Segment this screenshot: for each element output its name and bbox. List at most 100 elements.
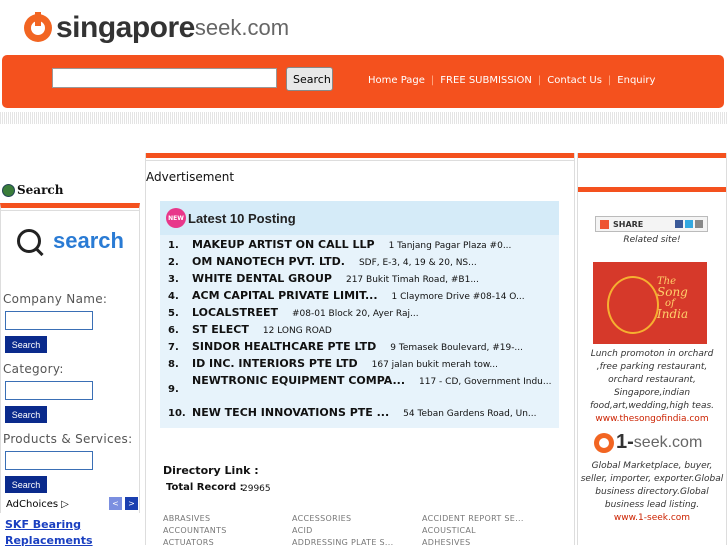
category-link[interactable]: ACCIDENT REPORT SE... [422,514,524,523]
posting-address: 117 - CD, Government Indu... [419,377,552,387]
posting-row[interactable]: 2. OM NANOTECH PVT. LTD. SDF, E-3, 4, 19… [168,255,477,268]
posting-row[interactable]: 7. SINDOR HEALTHCARE PTE LTD 9 Temasek B… [168,340,523,353]
song-logo-circle [607,276,659,334]
adchoices-label: AdChoices [6,499,59,510]
panel-top-line [1,208,139,211]
song-img-line: India [657,307,689,321]
category-search-button[interactable]: Search [5,406,47,423]
adchoices-icon: ▷ [61,499,69,510]
ad-arrows: < > [109,497,138,510]
social-icons [675,220,703,228]
company-search-button[interactable]: Search [5,336,47,353]
left-sidebar: Search search Company Name: Search Categ… [0,183,142,513]
nav-enquiry[interactable]: Enquiry [611,75,661,86]
oneseek-desc-text: Global Marketplace, buyer, seller, impor… [580,461,724,510]
oneseek-logo-a: 1- [616,431,634,453]
sidebar-title: Search [2,183,142,197]
song-img-line: Song [657,285,688,299]
category-link[interactable]: ACCESSORIES [292,514,351,523]
ad-next-icon[interactable]: > [125,497,138,510]
song-of-india-image[interactable]: The Song of India [593,262,707,344]
posting-address: SDF, E-3, 4, 19 & 20, NS... [358,258,477,268]
posting-number: 8. [168,359,179,370]
twitter-icon [685,220,693,228]
posting-number: 5. [168,308,179,319]
main-content: Advertisement NEW Latest 10 Posting 1. M… [145,153,575,547]
share-label: SHARE [613,219,644,229]
posting-row[interactable]: 1. MAKEUP ARTIST ON CALL LLP 1 Tanjang P… [168,238,511,251]
products-search-button[interactable]: Search [5,476,47,493]
posting-name[interactable]: ID INC. INTERIORS PTE LTD [192,357,358,370]
site-logo[interactable]: singapore seek.com [24,8,289,48]
top-nav: Home Page | FREE SUBMISSION | Contact Us | … [362,75,661,86]
category-link[interactable]: ADDRESSING PLATE S... [292,538,393,547]
advertisement-label: Advertisement [146,170,235,184]
posting-name[interactable]: NEW TECH INNOVATIONS PTE ... [192,406,389,419]
posting-row[interactable]: 9. NEWTRONIC EQUIPMENT COMPA... 117 - CD… [168,374,552,395]
nav-free-submission[interactable]: FREE SUBMISSION [434,75,538,86]
posting-row[interactable]: 3. WHITE DENTAL GROUP 217 Bukit Timah Ro… [168,272,479,285]
posting-name[interactable]: LOCALSTREET [192,306,278,319]
ad-prev-icon[interactable]: < [109,497,122,510]
category-link[interactable]: ACID [292,526,313,535]
posting-address: 54 Teban Gardens Road, Un... [403,409,537,419]
posting-address: 12 LONG ROAD [262,326,332,336]
posting-address: 1 Tanjang Pagar Plaza #0... [388,241,512,251]
category-link[interactable]: ABRASIVES [163,514,210,523]
facebook-icon [675,220,683,228]
right-sidebar: SHARE Related site! The Song of India Lu… [577,153,727,545]
products-services-input[interactable] [5,451,93,470]
posting-address: #08-01 Block 20, Ayer Raj... [292,309,419,319]
right-second-border [578,187,726,192]
category-link[interactable]: ACCOUNTANTS [163,526,227,535]
share-button[interactable]: SHARE [595,216,708,232]
oneseek-logo[interactable]: 1- seek.com [594,431,702,454]
company-name-input[interactable] [5,311,93,330]
dotted-divider [0,112,727,124]
search-logo-text: search [53,228,124,253]
posting-address: 1 Claymore Drive #08-14 O... [391,292,525,302]
posting-row[interactable]: 10. NEW TECH INNOVATIONS PTE ... 54 Teba… [168,406,536,419]
oneseek-logo-b: seek.com [633,433,703,451]
song-image-text: The Song of India [657,276,688,320]
category-link[interactable]: ADHESIVES [422,538,470,547]
header-bar: Search Home Page | FREE SUBMISSION | Conta… [2,55,724,108]
total-record-value: 29965 [242,484,271,494]
ad-link[interactable]: SKF Bearing [5,518,81,531]
posting-name[interactable]: MAKEUP ARTIST ON CALL LLP [192,238,375,251]
posting-number: 10. [168,408,186,419]
posting-row[interactable]: 4. ACM CAPITAL PRIVATE LIMIT... 1 Claymo… [168,289,525,302]
logo-swirl-icon [24,12,52,42]
directory-link-label: Directory Link : [163,464,259,477]
category-link[interactable]: ACOUSTICAL [422,526,476,535]
nav-home[interactable]: Home Page [362,75,431,86]
category-link[interactable]: ACTUATORS [163,538,214,547]
posting-number: 2. [168,257,179,268]
right-top-border [578,153,726,158]
products-services-label: Products & Services: [3,432,133,446]
total-record-label: Total Record : [166,482,244,493]
ad-link[interactable]: Replacements [5,534,93,547]
oneseek-link[interactable]: www.1-seek.com [614,513,690,523]
posting-name[interactable]: OM NANOTECH PVT. LTD. [192,255,345,268]
posting-row[interactable]: 8. ID INC. INTERIORS PTE LTD 167 jalan b… [168,357,498,370]
search-button[interactable]: Search [286,67,333,91]
posting-name[interactable]: ACM CAPITAL PRIVATE LIMIT... [192,289,378,302]
logo-seek: seek.com [194,15,290,40]
posting-row[interactable]: 6. ST ELECT 12 LONG ROAD [168,323,332,336]
category-input[interactable] [5,381,93,400]
adchoices[interactable]: AdChoices ▷ [6,499,69,510]
search-input[interactable] [52,68,277,88]
posting-name[interactable]: ST ELECT [192,323,249,336]
posting-number: 7. [168,342,179,353]
posting-name[interactable]: WHITE DENTAL GROUP [192,272,332,285]
song-link[interactable]: www.thesongofindia.com [595,414,708,424]
oneseek-swirl-icon [594,432,614,453]
latest-title: Latest 10 Posting [188,210,296,226]
nav-contact-us[interactable]: Contact Us [541,75,608,86]
posting-name[interactable]: SINDOR HEALTHCARE PTE LTD [192,340,376,353]
posting-address: 217 Bukit Timah Road, #B1... [345,275,479,285]
category-label: Category: [3,362,64,376]
posting-row[interactable]: 5. LOCALSTREET #08-01 Block 20, Ayer Raj… [168,306,419,319]
posting-name[interactable]: NEWTRONIC EQUIPMENT COMPA... [192,374,405,387]
